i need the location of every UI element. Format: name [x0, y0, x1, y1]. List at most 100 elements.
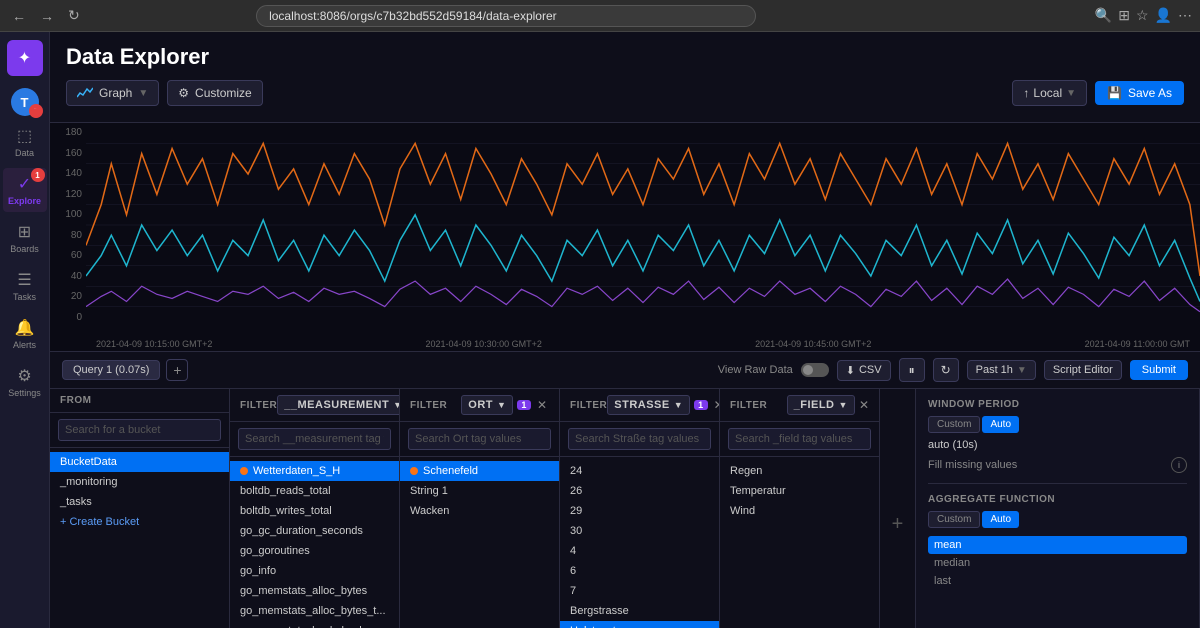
list-item[interactable]: go_memstats_alloc_bytes — [230, 581, 399, 601]
list-item[interactable]: boltdb_writes_total — [230, 501, 399, 521]
csv-button[interactable]: ⬇ CSV — [837, 360, 891, 381]
user-avatar[interactable]: T 2 — [11, 88, 39, 116]
strasse-dropdown[interactable]: Straße ▼ — [607, 395, 690, 415]
filter4-close-btn[interactable]: ✕ — [859, 398, 869, 412]
list-item[interactable]: Wind — [720, 501, 879, 521]
filter4-controls: _field ▼ ✕ — [787, 395, 869, 415]
aggregate-list: mean median last — [928, 536, 1187, 590]
list-item[interactable]: 30 — [560, 521, 719, 541]
window-period-row: Custom Auto — [928, 416, 1187, 433]
list-item[interactable]: Bergstrasse — [560, 601, 719, 621]
list-item[interactable]: _monitoring — [50, 472, 229, 492]
sidebar-item-data[interactable]: ⬚ Data — [3, 120, 47, 164]
list-item[interactable]: BucketData — [50, 452, 229, 472]
list-item[interactable]: Temperatur — [720, 481, 879, 501]
aggregate-toggle-row: Custom Auto — [928, 511, 1187, 528]
timerange-chevron: ▼ — [1017, 365, 1027, 376]
sidebar-item-tasks[interactable]: ☰ Tasks — [3, 264, 47, 308]
reload-button[interactable]: ↻ — [64, 5, 84, 26]
agg-last-item[interactable]: last — [928, 572, 1187, 590]
menu-btn[interactable]: ⋯ — [1178, 7, 1192, 24]
fill-missing-info-btn[interactable]: i — [1171, 457, 1187, 473]
field-list: Regen Temperatur Wind — [720, 457, 879, 628]
list-item[interactable]: Holstenstrasse — [560, 621, 719, 628]
ort-dropdown[interactable]: Ort ▼ — [461, 395, 513, 415]
add-filter-button[interactable]: + — [892, 421, 904, 628]
strasse-search-input[interactable] — [568, 428, 711, 450]
bucket-search-input[interactable] — [58, 419, 221, 441]
timezone-button[interactable]: ↑ Local ▼ — [1012, 80, 1087, 106]
field-dropdown[interactable]: _field ▼ — [787, 395, 855, 415]
graph-icon — [77, 87, 93, 99]
dropdown-chevron: ▼ — [497, 400, 506, 410]
list-item[interactable]: 6 — [560, 561, 719, 581]
filter3-count-badge: 1 — [694, 400, 708, 410]
dot-icon — [410, 467, 418, 475]
pause-button[interactable]: ⏸ — [899, 358, 925, 382]
browser-actions: 🔍 ⊞ ☆ 👤 ⋯ — [1095, 7, 1192, 24]
measurement-dropdown[interactable]: __measurement ▼ — [277, 395, 400, 415]
list-item[interactable]: _tasks — [50, 492, 229, 512]
measurement-search-input[interactable] — [238, 428, 391, 450]
list-item[interactable]: go_info — [230, 561, 399, 581]
agg-auto-btn[interactable]: Auto — [982, 511, 1019, 528]
url-bar[interactable] — [256, 5, 756, 27]
app-logo[interactable]: ✦ — [7, 40, 43, 76]
filter3-remove-btn[interactable]: ✕ — [712, 398, 720, 412]
window-custom-btn[interactable]: Custom — [928, 416, 980, 433]
chart-area: 180 160 140 120 100 80 60 40 20 0 — [50, 122, 1200, 352]
list-item[interactable]: Schenefeld — [400, 461, 559, 481]
back-button[interactable]: ← — [8, 6, 30, 26]
refresh-button[interactable]: ↻ — [933, 358, 959, 382]
submit-button[interactable]: Submit — [1130, 360, 1188, 380]
save-icon: 💾 — [1107, 86, 1122, 100]
filter2-remove-btn[interactable]: ✕ — [535, 398, 549, 412]
script-editor-button[interactable]: Script Editor — [1044, 360, 1122, 380]
window-auto-btn[interactable]: Auto — [982, 416, 1019, 433]
add-query-button[interactable]: + — [166, 359, 188, 381]
agg-mean-item[interactable]: mean — [928, 536, 1187, 554]
search-browser-btn[interactable]: 🔍 — [1095, 7, 1112, 24]
list-item[interactable]: String 1 — [400, 481, 559, 501]
save-as-button[interactable]: 💾 Save As — [1095, 81, 1184, 105]
list-item[interactable]: 4 — [560, 541, 719, 561]
timerange-button[interactable]: Past 1h ▼ — [967, 360, 1036, 380]
star-btn[interactable]: ☆ — [1136, 7, 1149, 24]
list-item[interactable]: go_gc_duration_seconds — [230, 521, 399, 541]
graph-type-dropdown[interactable]: Graph ▼ — [66, 80, 159, 106]
sidebar-item-boards[interactable]: ⊞ Boards — [3, 216, 47, 260]
data-icon: ⬚ — [17, 126, 32, 146]
sidebar-item-settings[interactable]: ⚙ Settings — [3, 360, 47, 404]
view-raw-toggle[interactable] — [801, 363, 829, 377]
list-item[interactable]: Regen — [720, 461, 879, 481]
refresh-icon: ↻ — [941, 363, 951, 377]
settings-divider — [928, 483, 1187, 484]
extensions-btn[interactable]: ⊞ — [1118, 7, 1130, 24]
list-item[interactable]: Wetterdaten_S_H — [230, 461, 399, 481]
create-bucket-button[interactable]: + Create Bucket — [50, 512, 229, 532]
ort-search-input[interactable] — [408, 428, 551, 450]
field-search-input[interactable] — [728, 428, 871, 450]
customize-button[interactable]: ⚙ Customize — [167, 80, 262, 106]
download-icon: ⬇ — [846, 364, 855, 377]
forward-button[interactable]: → — [36, 6, 58, 26]
list-item[interactable]: 24 — [560, 461, 719, 481]
agg-custom-btn[interactable]: Custom — [928, 511, 980, 528]
list-item[interactable]: go_memstats_buck_hash_sys... — [230, 621, 399, 628]
list-item[interactable]: boltdb_reads_total — [230, 481, 399, 501]
left-nav: ✦ T 2 ⬚ Data ✓ Explore 1 ⊞ Boards ☰ Task… — [0, 32, 50, 628]
window-period-title: WINDOW PERIOD — [928, 399, 1187, 410]
sidebar-item-explore[interactable]: ✓ Explore 1 — [3, 168, 47, 212]
list-item[interactable]: 26 — [560, 481, 719, 501]
list-item[interactable]: go_memstats_alloc_bytes_t... — [230, 601, 399, 621]
boards-icon: ⊞ — [18, 222, 31, 242]
sidebar-item-alerts[interactable]: 🔔 Alerts — [3, 312, 47, 356]
filter4-search — [720, 422, 879, 457]
list-item[interactable]: 29 — [560, 501, 719, 521]
list-item[interactable]: go_goroutines — [230, 541, 399, 561]
account-btn[interactable]: 👤 — [1155, 7, 1172, 24]
query-tab-1[interactable]: Query 1 (0.07s) — [62, 360, 160, 380]
agg-median-item[interactable]: median — [928, 554, 1187, 572]
list-item[interactable]: Wacken — [400, 501, 559, 521]
list-item[interactable]: 7 — [560, 581, 719, 601]
